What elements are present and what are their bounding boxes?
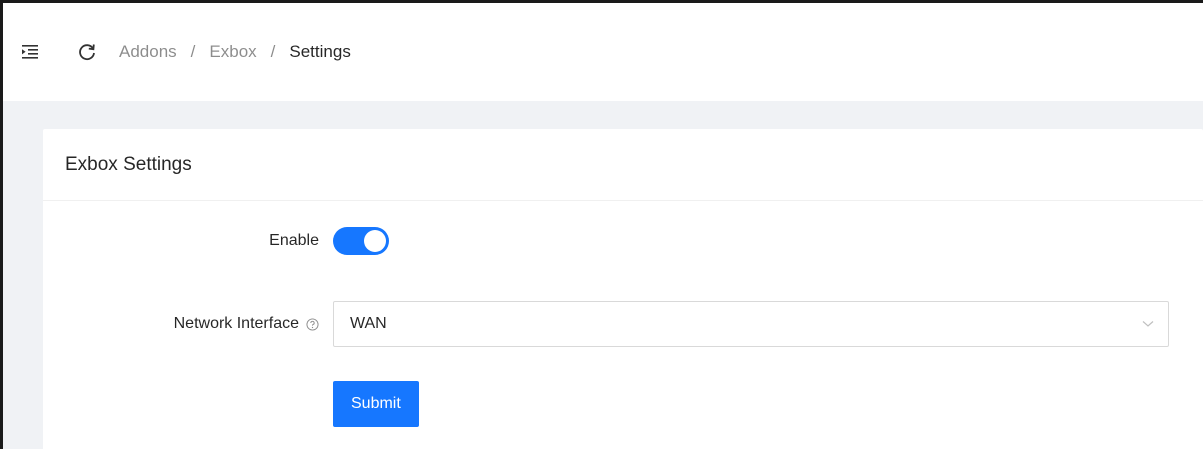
menu-fold-icon[interactable] (21, 43, 39, 61)
reload-icon[interactable] (77, 42, 97, 62)
enable-label: Enable (43, 232, 333, 250)
network-interface-value: WAN (350, 315, 387, 332)
enable-switch[interactable] (333, 227, 389, 255)
chevron-down-icon (1142, 318, 1154, 330)
settings-card: Exbox Settings Enable Network Interface (43, 129, 1203, 449)
breadcrumb-item-addons[interactable]: Addons (119, 42, 177, 62)
network-interface-label-text: Network Interface (173, 315, 299, 332)
network-interface-label: Network Interface (43, 315, 333, 333)
enable-row: Enable (43, 227, 1203, 255)
breadcrumb-separator: / (190, 42, 196, 61)
switch-knob (364, 230, 386, 252)
submit-button[interactable]: Submit (333, 381, 419, 427)
app-frame: Addons / Exbox / Settings Exbox Settings… (0, 0, 1203, 449)
breadcrumb-item-settings: Settings (289, 42, 351, 61)
enable-label-text: Enable (269, 232, 319, 249)
network-interface-row: Network Interface WAN (43, 301, 1203, 347)
network-interface-select[interactable]: WAN (333, 301, 1169, 347)
breadcrumb-separator: / (270, 42, 276, 61)
question-circle-icon[interactable] (305, 317, 319, 331)
breadcrumb: Addons / Exbox / Settings (119, 42, 351, 62)
submit-row: Submit (43, 381, 1203, 427)
top-header: Addons / Exbox / Settings (3, 3, 1203, 101)
breadcrumb-item-exbox[interactable]: Exbox (209, 42, 256, 62)
card-title: Exbox Settings (43, 129, 1203, 201)
